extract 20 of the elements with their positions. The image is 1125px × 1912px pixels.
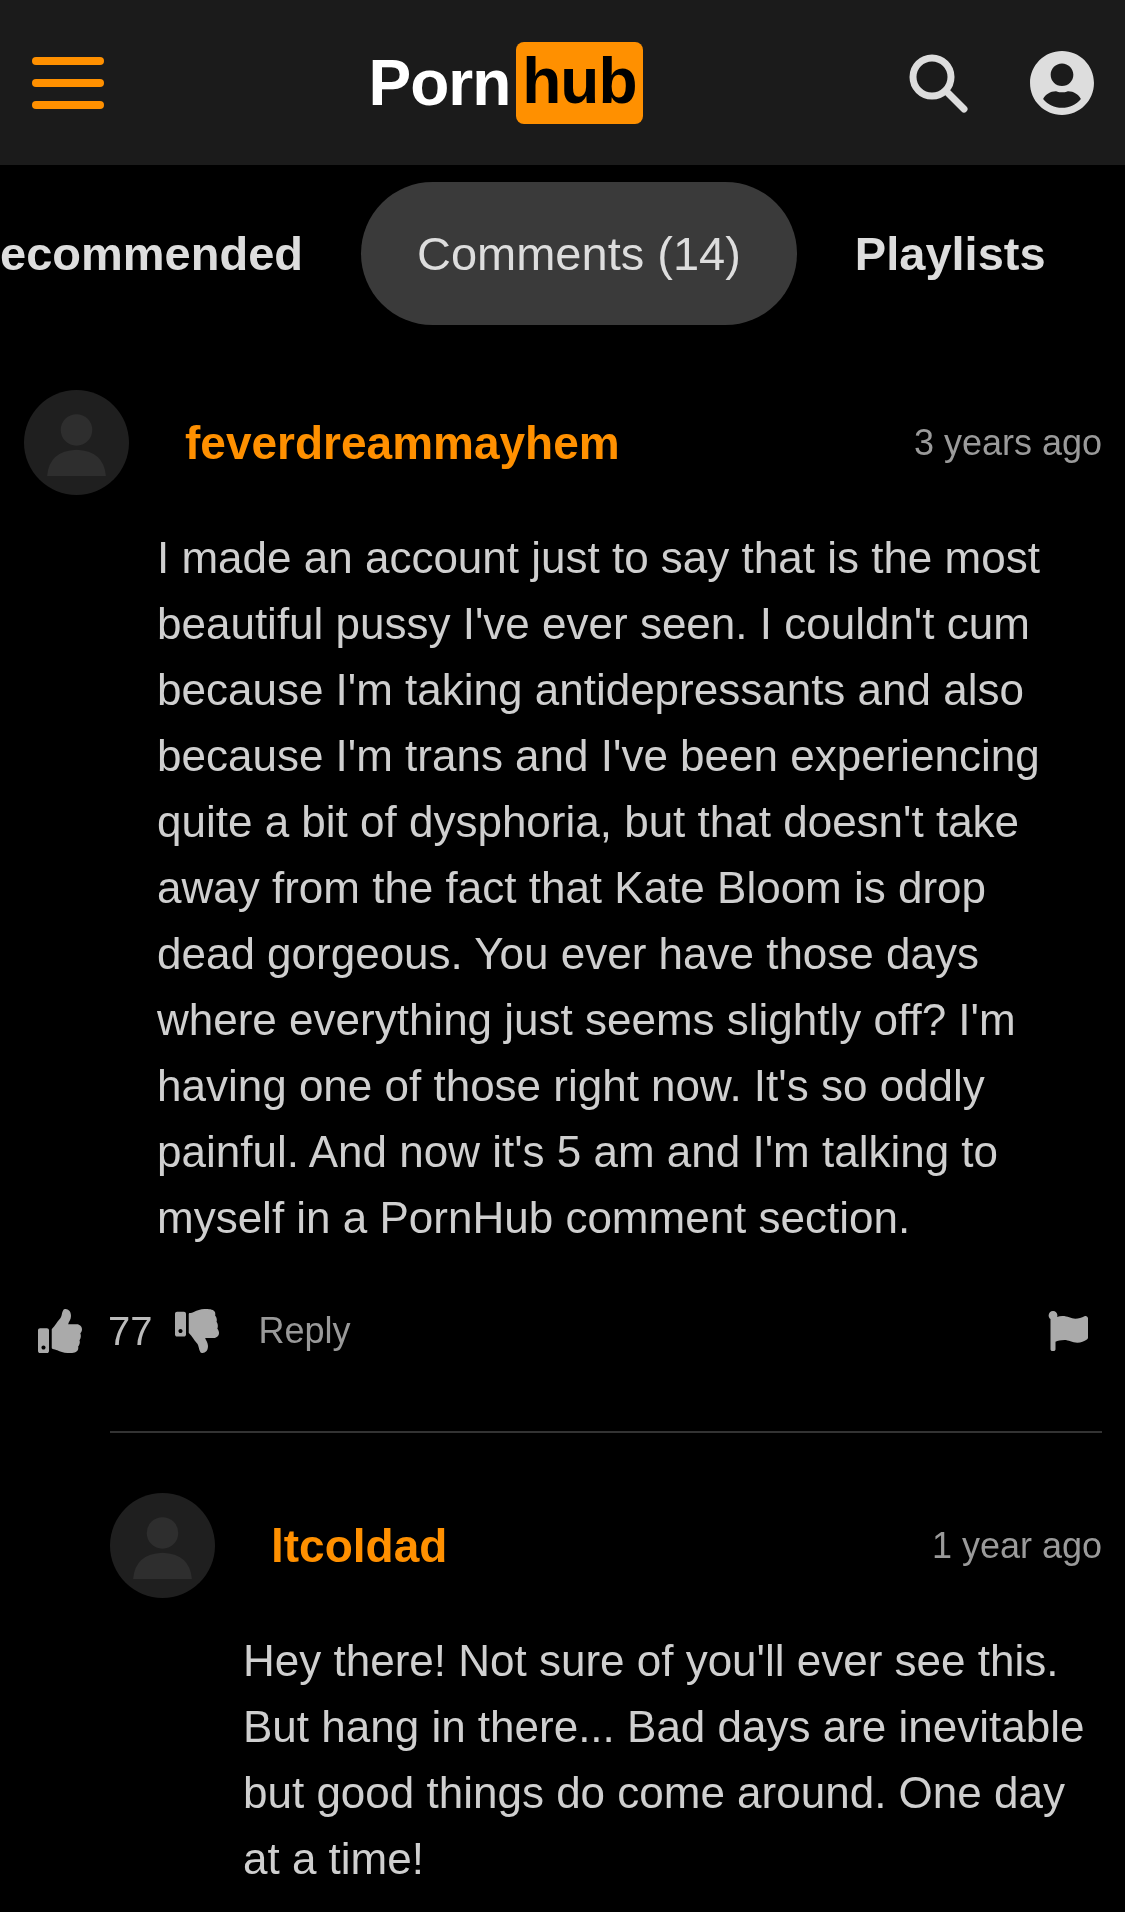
thumbs-down-icon[interactable] (174, 1309, 219, 1353)
reply-link[interactable]: Reply (258, 1310, 1048, 1352)
like-count: 77 (108, 1308, 153, 1354)
comment-time: 1 year ago (931, 1524, 1102, 1567)
logo-badge: hub (516, 41, 643, 124)
comment-time: 3 years ago (913, 421, 1102, 464)
comment-text: Hey there! Not sure of you'll ever see this. But hang in there... Bad days are inevitable but good things do come around. One day at a time! (243, 1635, 1086, 1885)
avatar-icon (110, 1493, 215, 1598)
username[interactable]: feverdreammayhem (185, 415, 914, 470)
tab[interactable]: Comments (14) (361, 182, 797, 325)
thumbs-up-icon[interactable] (38, 1309, 82, 1353)
avatar-icon (24, 390, 129, 495)
comment-text: I made an account just to say that is the most beautiful pussy I've ever seen. I couldn't cum because I'm taking antidepressants and also because I'm trans and I've been experiencing quite a bit of dysphoria, but that doesn't take away from the fact that Kate Bloom is drop dead gorgeous. You ever have those days where everything just seems slightly off? I'm having one of those right now. It's so oddly painful. And now it's 5 am and I'm talking to myself in a PornHub comment section. (157, 532, 1041, 1244)
user-icon[interactable] (1029, 49, 1095, 116)
tab[interactable]: Playlists (854, 182, 1046, 325)
username[interactable]: ltcoldad (271, 1518, 932, 1573)
flag-icon[interactable] (1048, 1311, 1088, 1351)
tab[interactable]: ecommended (0, 182, 303, 325)
logo-text: Porn (368, 45, 511, 120)
menu-icon[interactable] (32, 56, 104, 109)
